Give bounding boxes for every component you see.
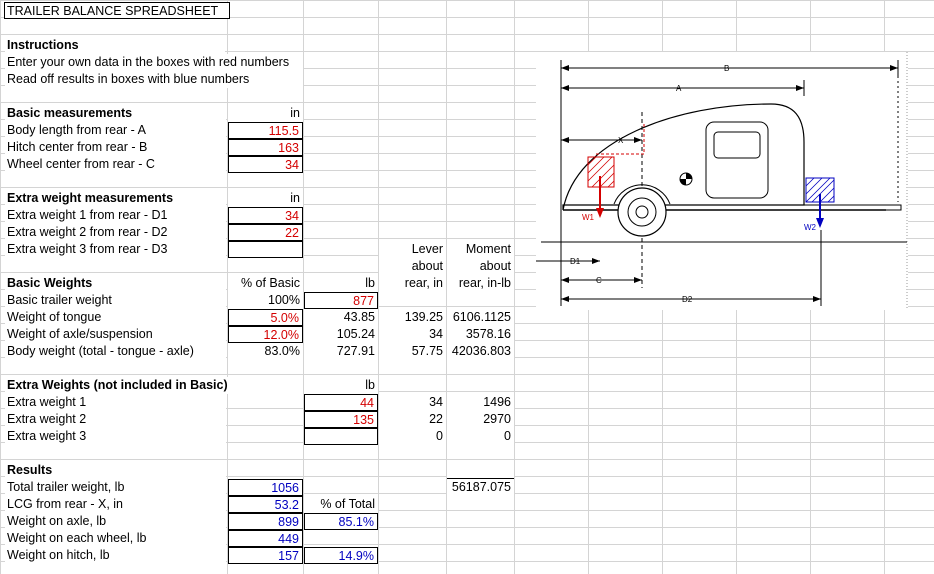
column-divider [514,0,515,574]
sheet-title: TRAILER BALANCE SPREADSHEET [4,2,230,19]
input-cell-basic-weight[interactable]: 877 [304,292,378,309]
row-label: Weight on axle, lb [5,513,226,530]
lever-header: rear, in [379,275,446,292]
moment-cell: 42036.803 [447,343,514,360]
section-heading: Basic measurements [5,105,226,122]
pct-cell: 83.0% [228,343,303,360]
dimension-label-c: C [596,276,602,285]
pct-cell: 100% [228,292,303,309]
output-axle-weight: 899 [228,513,303,530]
row-label: Extra weight 3 [5,428,226,445]
moment-cell: 1496 [447,394,514,411]
row-label: Wheel center from rear - C [5,156,226,173]
input-cell-axle-pct[interactable]: 12.0% [228,326,303,343]
column-header: lb [304,377,378,394]
section-heading: Extra Weights (not included in Basic) [5,377,303,394]
moment-header: rear, in-lb [447,275,514,292]
input-cell-a[interactable]: 115.5 [228,122,303,139]
row-label: Body weight (total - tongue - axle) [5,343,226,360]
row-label: Hitch center from rear - B [5,139,226,156]
moment-header: Moment [447,241,514,258]
dimension-label-b: B [724,64,729,73]
output-wheel-weight: 449 [228,530,303,547]
row-label: Body length from rear - A [5,122,226,139]
input-cell-w2[interactable]: 135 [304,411,378,428]
row-label: Weight of axle/suspension [5,326,226,343]
lever-header: about [379,258,446,275]
row-label: Weight of tongue [5,309,226,326]
input-cell-tongue-pct[interactable]: 5.0% [228,309,303,326]
column-header: % of Basic [228,275,303,292]
moment-cell: 0 [447,428,514,445]
output-lcg: 53.2 [228,496,303,513]
dimension-label-x: X [618,136,624,145]
output-axle-pct: 85.1% [304,513,378,530]
row-label: Extra weight 3 from rear - D3 [5,241,226,258]
input-cell-w1[interactable]: 44 [304,394,378,411]
dimension-label-d1: D1 [570,257,581,266]
input-cell-b[interactable]: 163 [228,139,303,156]
input-cell-c[interactable]: 34 [228,156,303,173]
lb-cell: 105.24 [304,326,378,343]
input-cell-d2[interactable]: 22 [228,224,303,241]
row-label: Extra weight 1 from rear - D1 [5,207,226,224]
instructions-heading: Instructions [5,37,225,54]
sum-underline [447,462,514,479]
unit-label: in [228,190,303,207]
row-label: Weight on each wheel, lb [5,530,226,547]
lb-cell: 43.85 [304,309,378,326]
input-cell-d3[interactable] [228,241,303,258]
input-cell-d1[interactable]: 34 [228,207,303,224]
lever-cell: 139.25 [379,309,446,326]
instructions-line: Read off results in boxes with blue numb… [5,71,303,88]
row-label: Extra weight 1 [5,394,226,411]
dimension-label-a: A [676,84,682,93]
output-hitch-weight: 157 [228,547,303,564]
total-moment: 56187.075 [447,479,514,496]
output-total-weight: 1056 [228,479,303,496]
row-label: LCG from rear - X, in [5,496,226,513]
lever-cell: 34 [379,326,446,343]
section-heading: Results [5,462,226,479]
weight-label-w1: W1 [582,213,595,222]
section-heading: Basic Weights [5,275,226,292]
row-label: Extra weight 2 from rear - D2 [5,224,226,241]
lever-header: Lever [379,241,446,258]
input-cell-w3[interactable] [304,428,378,445]
lb-cell: 727.91 [304,343,378,360]
column-header: lb [304,275,378,292]
row-label: Extra weight 2 [5,411,226,428]
moment-cell: 2970 [447,411,514,428]
instructions-line: Enter your own data in the boxes with re… [5,54,303,71]
output-hitch-pct: 14.9% [304,547,378,564]
section-heading: Extra weight measurements [5,190,226,207]
weight-label-w2: W2 [804,223,817,232]
unit-label: in [228,105,303,122]
dimension-label-d2: D2 [682,295,693,304]
lever-cell: 34 [379,394,446,411]
lever-cell: 22 [379,411,446,428]
trailer-diagram: B A X D1 C D2 W1 W2 [536,52,908,310]
moment-header: about [447,258,514,275]
moment-cell: 3578.16 [447,326,514,343]
lever-cell: 0 [379,428,446,445]
row-label: Total trailer weight, lb [5,479,226,496]
moment-cell: 6106.1125 [447,309,514,326]
row-label: Basic trailer weight [5,292,226,309]
column-header: % of Total [304,496,378,513]
lever-cell: 57.75 [379,343,446,360]
row-label: Weight on hitch, lb [5,547,226,564]
